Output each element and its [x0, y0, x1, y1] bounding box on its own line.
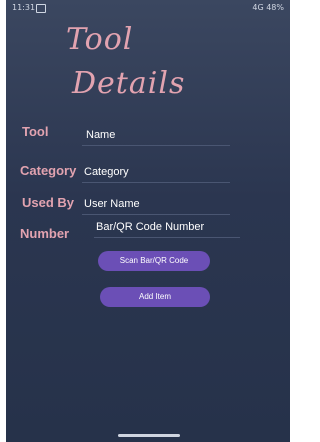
status-indicators: 4G 48%: [252, 3, 284, 12]
used-by-label: Used By: [22, 195, 75, 210]
tool-name-input[interactable]: Name: [86, 129, 115, 141]
scan-code-button-label: Scan Bar/QR Code: [119, 256, 189, 265]
add-item-button[interactable]: Add Item: [100, 287, 210, 307]
code-number-input[interactable]: Bar/QR Code Number: [96, 221, 204, 233]
scan-code-button[interactable]: Scan Bar/QR Code: [98, 251, 210, 271]
user-name-input[interactable]: User Name: [84, 198, 140, 210]
category-input[interactable]: Category: [84, 166, 129, 178]
tool-name-underline: [82, 145, 230, 146]
status-bar: 11:31 4G 48%: [6, 0, 290, 16]
category-label: Category: [20, 163, 77, 178]
user-name-underline: [82, 214, 230, 215]
add-item-button-label: Add Item: [138, 292, 171, 301]
number-label: Number: [20, 226, 70, 241]
status-time: 11:31: [12, 3, 36, 12]
code-number-underline: [94, 237, 240, 238]
tool-label: Tool: [22, 124, 49, 139]
page-title-line2: Details: [72, 66, 186, 101]
gallery-icon: [36, 4, 46, 13]
category-underline: [82, 182, 230, 183]
app-screen: 11:31 4G 48% Tool Details Tool Name Cate…: [6, 0, 290, 442]
page-title-line1: Tool: [66, 22, 134, 57]
home-indicator[interactable]: [118, 434, 180, 437]
